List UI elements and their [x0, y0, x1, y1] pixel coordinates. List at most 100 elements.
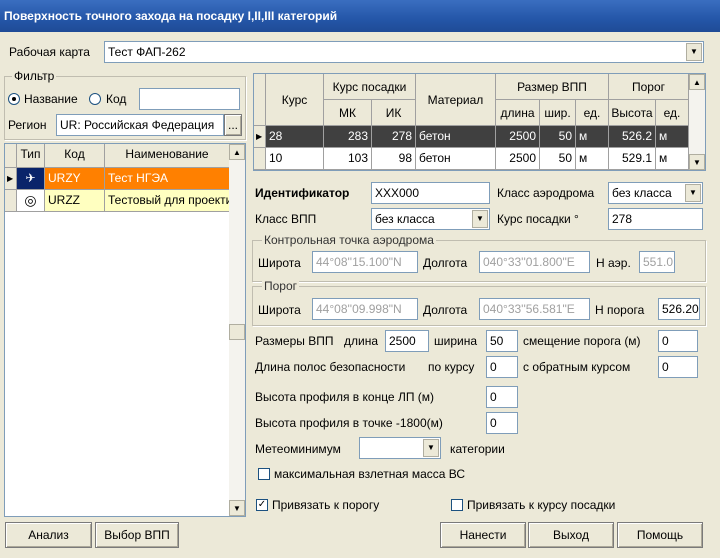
apply-button[interactable]: Нанести: [440, 522, 526, 548]
scroll-up-icon[interactable]: ▲: [229, 144, 245, 160]
column-length[interactable]: длина: [496, 100, 540, 126]
cp-lat-label: Широта: [258, 256, 301, 270]
column-width[interactable]: шир.: [540, 100, 576, 126]
bind-course-checkbox[interactable]: [451, 499, 463, 511]
filter-search-input[interactable]: [139, 88, 240, 110]
by-course-input[interactable]: 0: [486, 356, 518, 378]
aerodrome-grid[interactable]: Тип Код Наименование ▶ ✈ URZY Тест НГЭА …: [4, 143, 246, 517]
filter-title: Фильтр: [12, 69, 57, 83]
select-runway-button[interactable]: Выбор ВПП: [95, 522, 179, 548]
column-unit[interactable]: ед.: [576, 100, 609, 126]
by-course-label: по курсу: [428, 360, 475, 374]
runway-grid[interactable]: Курс Курс посадки МК ИК Материал Размер …: [253, 73, 706, 171]
strip-label: Длина полос безопасности: [255, 360, 406, 374]
region-label: Регион: [8, 118, 47, 132]
profile-end-input[interactable]: 0: [486, 386, 518, 408]
column-threshold[interactable]: Порог: [609, 74, 689, 100]
aerodrome-code[interactable]: URZY: [45, 168, 105, 190]
cp-lon-label: Долгота: [423, 256, 468, 270]
max-mass-checkbox[interactable]: [258, 468, 270, 480]
chevron-down-icon[interactable]: ▼: [685, 184, 701, 202]
aerodrome-name[interactable]: Тест НГЭА: [105, 168, 230, 190]
runway-unit2[interactable]: м: [656, 148, 689, 170]
aerodrome-name[interactable]: Тестовый для проекти: [105, 190, 230, 212]
offset-input[interactable]: 0: [658, 330, 698, 352]
aerodrome-class-select[interactable]: без класса ▼: [608, 182, 703, 204]
runway-material[interactable]: бетон: [416, 126, 496, 148]
width-label: ширина: [434, 334, 478, 348]
radio-by-name[interactable]: [8, 93, 20, 105]
target-icon: ◎: [17, 190, 45, 212]
column-course[interactable]: Курс: [266, 74, 324, 126]
identifier-input[interactable]: XXX000: [371, 182, 490, 204]
runway-width[interactable]: 50: [540, 148, 576, 170]
region-field[interactable]: UR: Российская Федерация: [56, 114, 224, 136]
runway-length[interactable]: 2500: [496, 148, 540, 170]
row-indicator-icon: ▶: [5, 168, 17, 190]
aerodrome-code[interactable]: URZZ: [45, 190, 105, 212]
cp-lat-input[interactable]: 44°08''15.100"N: [312, 251, 418, 273]
chevron-down-icon[interactable]: ▼: [472, 210, 488, 228]
column-landing-course[interactable]: Курс посадки: [324, 74, 416, 100]
runway-unit[interactable]: м: [576, 148, 609, 170]
analysis-button[interactable]: Анализ: [5, 522, 92, 548]
region-browse-button[interactable]: ...: [224, 114, 242, 136]
column-name[interactable]: Наименование: [105, 144, 230, 168]
column-type[interactable]: Тип: [17, 144, 45, 168]
offset-label: смещение порога (м): [523, 334, 641, 348]
cp-height-input[interactable]: 551.0: [639, 251, 675, 273]
runway-length[interactable]: 2500: [496, 126, 540, 148]
column-material[interactable]: Материал: [416, 74, 496, 126]
runway-height[interactable]: 526.2: [609, 126, 656, 148]
column-size[interactable]: Размер ВПП: [496, 74, 609, 100]
runway-ik[interactable]: 98: [372, 148, 416, 170]
runway-unit2[interactable]: м: [656, 126, 689, 148]
runway-course[interactable]: 10: [266, 148, 324, 170]
reverse-course-input[interactable]: 0: [658, 356, 698, 378]
column-unit2[interactable]: ед.: [656, 100, 689, 126]
width-input[interactable]: 50: [486, 330, 518, 352]
runway-unit[interactable]: м: [576, 126, 609, 148]
landing-course-input[interactable]: 278: [608, 208, 703, 230]
threshold-title: Порог: [262, 279, 300, 293]
map-select[interactable]: Тест ФАП-262 ▼: [104, 41, 704, 63]
th-height-label: Н порога: [595, 303, 645, 317]
scroll-down-icon[interactable]: ▼: [689, 154, 705, 170]
exit-button[interactable]: Выход: [528, 522, 614, 548]
scroll-thumb[interactable]: [229, 324, 245, 340]
radio-by-code[interactable]: [89, 93, 101, 105]
column-code[interactable]: Код: [45, 144, 105, 168]
scroll-down-icon[interactable]: ▼: [229, 500, 245, 516]
help-button[interactable]: Помощь: [617, 522, 703, 548]
column-height[interactable]: Высота: [609, 100, 656, 126]
runway-height[interactable]: 529.1: [609, 148, 656, 170]
runway-mk[interactable]: 103: [324, 148, 372, 170]
radio-by-code-label: Код: [106, 92, 127, 106]
chevron-down-icon[interactable]: ▼: [423, 439, 439, 457]
cp-lon-input[interactable]: 040°33''01.800"E: [479, 251, 590, 273]
th-height-input[interactable]: 526.20: [658, 298, 700, 320]
runway-class-label: Класс ВПП: [255, 212, 317, 226]
chevron-down-icon[interactable]: ▼: [686, 43, 702, 61]
cp-height-label: Н аэр.: [596, 256, 631, 270]
profile-point-input[interactable]: 0: [486, 412, 518, 434]
meteo-select[interactable]: ▼: [359, 437, 441, 459]
scroll-up-icon[interactable]: ▲: [689, 74, 705, 90]
profile-point-label: Высота профиля в точке -1800(м): [255, 416, 443, 430]
column-ik[interactable]: ИК: [372, 100, 416, 126]
runway-width[interactable]: 50: [540, 126, 576, 148]
identifier-label: Идентификатор: [255, 186, 350, 200]
aerodrome-class-label: Класс аэродрома: [497, 186, 595, 200]
control-point-title: Контрольная точка аэродрома: [262, 233, 436, 247]
runway-class-select[interactable]: без класса ▼: [371, 208, 490, 230]
map-select-value: Тест ФАП-262: [108, 45, 186, 59]
length-input[interactable]: 2500: [385, 330, 429, 352]
runway-mk[interactable]: 283: [324, 126, 372, 148]
runway-material[interactable]: бетон: [416, 148, 496, 170]
runway-course[interactable]: 28: [266, 126, 324, 148]
runway-ik[interactable]: 278: [372, 126, 416, 148]
column-mk[interactable]: МК: [324, 100, 372, 126]
bind-threshold-checkbox[interactable]: ✓: [256, 499, 268, 511]
th-lat-input[interactable]: 44°08''09.998"N: [312, 298, 418, 320]
th-lon-input[interactable]: 040°33''56.581"E: [479, 298, 590, 320]
